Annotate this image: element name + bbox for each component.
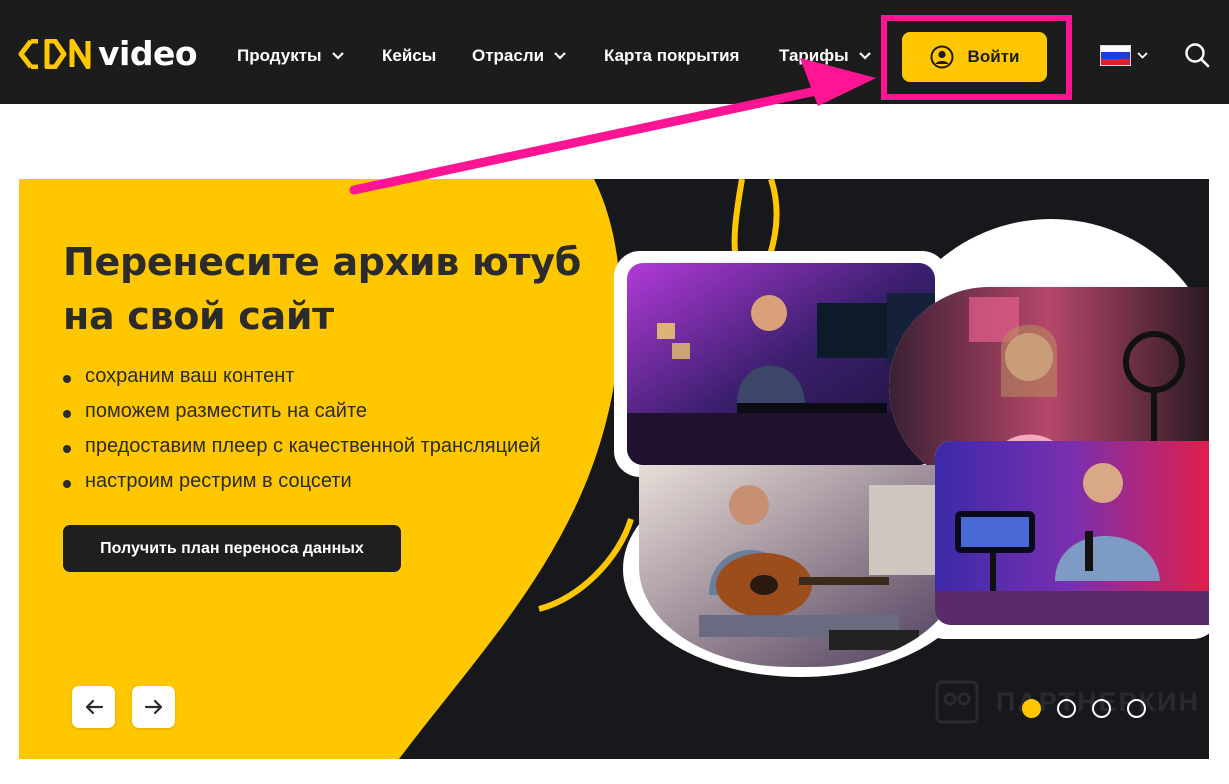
nav-products-label: Продукты — [237, 46, 322, 65]
nav-cases-label: Кейсы — [382, 46, 437, 65]
chevron-down-icon — [1137, 52, 1148, 59]
guitarist-photo-illustration — [639, 465, 961, 667]
prev-slide-button[interactable] — [72, 686, 115, 728]
feature-item: поможем разместить на сайте — [63, 396, 541, 431]
man-recording-photo — [935, 441, 1209, 625]
nav-pricing-label: Тарифы — [779, 46, 849, 65]
nav-coverage-map[interactable]: Карта покрытия — [604, 46, 739, 66]
arrow-right-icon — [144, 699, 162, 715]
chevron-down-icon — [554, 52, 566, 60]
flag-ru-icon — [1100, 45, 1131, 66]
slide-dot-2[interactable] — [1057, 699, 1076, 718]
watermark-logo-icon — [935, 680, 979, 724]
logo-text: video — [98, 34, 198, 73]
chevron-down-icon — [858, 52, 871, 60]
nav-cases[interactable]: Кейсы — [382, 46, 436, 66]
site-header: video Продукты Кейсы Отрасли Карта покры… — [0, 0, 1229, 104]
nav-products[interactable]: Продукты — [237, 46, 344, 66]
slide-dot-1[interactable] — [1022, 699, 1041, 718]
cdn-logo-mark-icon — [18, 39, 91, 69]
nav-industries-label: Отрасли — [472, 46, 545, 65]
slide-dot-4[interactable] — [1127, 699, 1146, 718]
cdnvideo-logo[interactable]: video — [18, 34, 198, 74]
gamer-photo-illustration — [627, 263, 935, 465]
hero-banner: Перенесите архив ютуб на свой сайт сохра… — [19, 179, 1209, 759]
nav-pricing[interactable]: Тарифы — [779, 46, 871, 66]
language-selector[interactable] — [1100, 45, 1148, 66]
nav-industries[interactable]: Отрасли — [472, 46, 566, 66]
guitarist-photo — [639, 465, 961, 667]
search-icon[interactable] — [1184, 42, 1210, 68]
feature-item: настроим рестрим в соцсети — [63, 466, 541, 501]
banner-headline: Перенесите архив ютуб на свой сайт — [63, 240, 581, 338]
recording-photo-illustration — [935, 441, 1209, 625]
chevron-down-icon — [331, 52, 344, 60]
feature-item: предоставим плеер с качественной трансля… — [63, 431, 541, 466]
slide-dot-3[interactable] — [1092, 699, 1111, 718]
feature-item: сохраним ваш контент — [63, 361, 541, 396]
arrow-left-icon — [85, 699, 103, 715]
nav-coverage-map-label: Карта покрытия — [604, 46, 740, 65]
gamer-at-desk-photo — [627, 263, 935, 465]
feature-list: сохраним ваш контент поможем разместить … — [63, 361, 541, 501]
get-migration-plan-button[interactable]: Получить план переноса данных — [63, 525, 401, 572]
next-slide-button[interactable] — [132, 686, 175, 728]
slider-pagination — [1022, 699, 1146, 718]
cta-label: Получить план переноса данных — [100, 539, 364, 557]
login-highlight-frame — [881, 15, 1072, 100]
